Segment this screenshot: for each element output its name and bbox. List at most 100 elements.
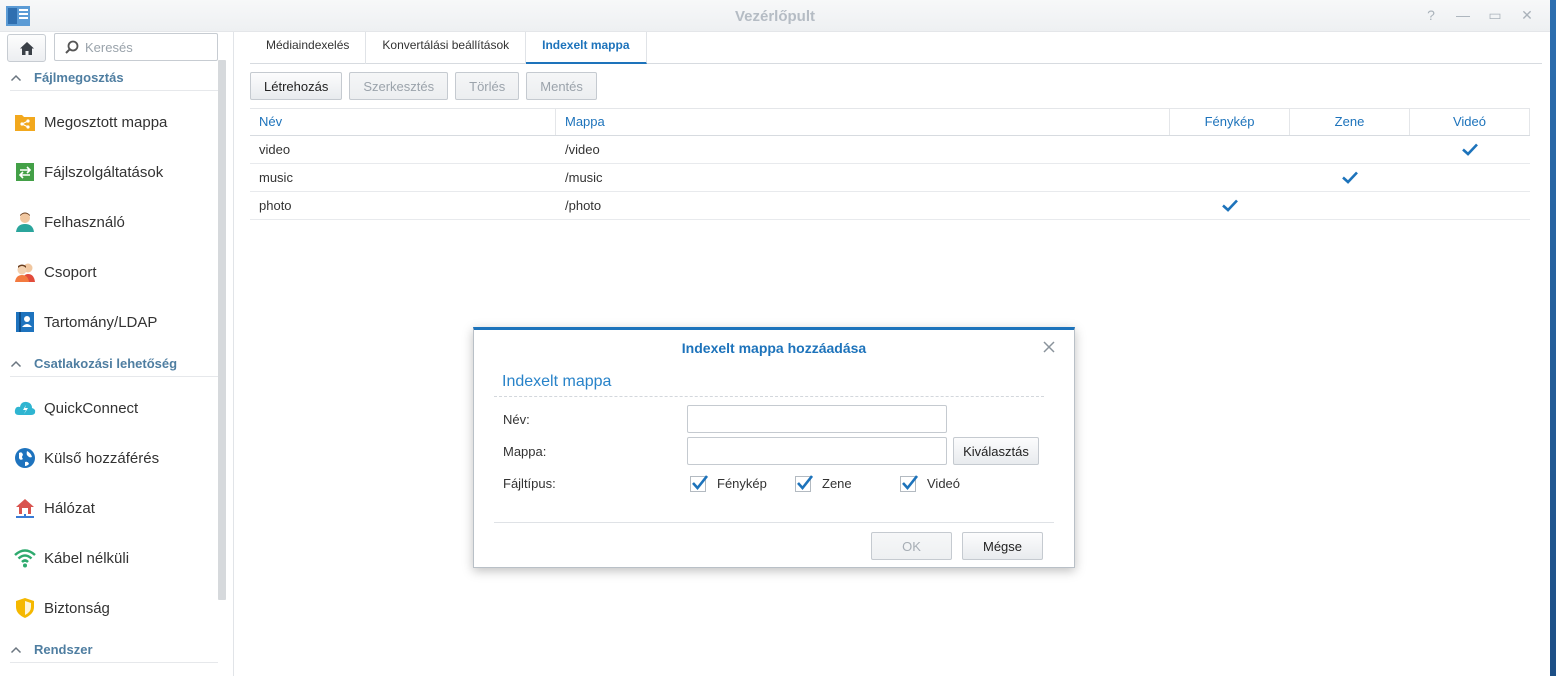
create-button[interactable]: Létrehozás bbox=[250, 72, 343, 100]
title-bar: Vezérlőpult ? — ▭ ✕ bbox=[0, 0, 1550, 32]
name-field[interactable] bbox=[687, 405, 947, 433]
search-input[interactable] bbox=[85, 39, 205, 55]
section-label: Csatlakozási lehetőség bbox=[34, 356, 178, 371]
close-icon[interactable]: ✕ bbox=[1518, 6, 1536, 24]
cell-name: music bbox=[259, 170, 293, 185]
cancel-button[interactable]: Mégse bbox=[962, 532, 1043, 560]
table-row[interactable]: video/video bbox=[250, 136, 1530, 164]
shared-folder-icon bbox=[14, 111, 36, 133]
dialog-title: Indexelt mappa hozzáadása bbox=[681, 340, 867, 356]
checkbox-label: Videó bbox=[927, 475, 961, 491]
sidebar-item-label: Biztonság bbox=[44, 599, 110, 617]
search-box[interactable] bbox=[54, 33, 218, 61]
sidebar-item-label: Megosztott mappa bbox=[44, 113, 168, 131]
sidebar-item-label: Csoport bbox=[44, 263, 97, 281]
domain-ldap-icon bbox=[14, 311, 36, 333]
add-indexed-folder-dialog: Indexelt mappa hozzáadása Indexelt mappa… bbox=[473, 327, 1075, 568]
desktop-edge bbox=[1550, 0, 1556, 676]
ok-button[interactable]: OK bbox=[871, 532, 952, 560]
tab-media-indexing[interactable]: Médiaindexelés bbox=[250, 32, 367, 64]
table-row[interactable]: photo/photo bbox=[250, 192, 1530, 220]
search-icon bbox=[65, 40, 79, 54]
sidebar-item-label: Hálózat bbox=[44, 499, 95, 517]
video-checkbox[interactable]: Videó bbox=[900, 474, 960, 492]
checkbox-label: Fénykép bbox=[717, 475, 767, 491]
chevron-up-icon bbox=[10, 74, 22, 81]
sidebar-item-label: Fájlszolgáltatások bbox=[44, 163, 164, 181]
minimize-icon[interactable]: — bbox=[1454, 6, 1472, 24]
group-icon bbox=[14, 261, 36, 283]
table-header: Név Mappa Fénykép Zene Videó bbox=[250, 108, 1530, 136]
dialog-section-title: Indexelt mappa bbox=[502, 373, 612, 390]
wireless-icon bbox=[14, 547, 36, 569]
section-system[interactable]: Rendszer bbox=[10, 637, 218, 663]
cell-name: photo bbox=[259, 198, 292, 213]
sidebar-item-user[interactable]: Felhasználó bbox=[14, 202, 218, 242]
sidebar-item-network[interactable]: Hálózat bbox=[14, 488, 218, 528]
sidebar-item-shared-folder[interactable]: Megosztott mappa bbox=[14, 102, 218, 142]
file-services-icon bbox=[14, 161, 36, 183]
user-icon bbox=[14, 211, 36, 233]
cell-photo bbox=[1170, 136, 1290, 163]
cell-folder: /music bbox=[565, 170, 603, 185]
column-header-name[interactable]: Név bbox=[250, 109, 556, 135]
checkbox-label: Zene bbox=[822, 475, 852, 491]
column-header-video[interactable]: Videó bbox=[1410, 109, 1530, 135]
section-connectivity[interactable]: Csatlakozási lehetőség bbox=[10, 351, 218, 377]
dialog-footer-divider bbox=[494, 522, 1054, 523]
sidebar-item-external-access[interactable]: Külső hozzáférés bbox=[14, 438, 218, 478]
window-title: Vezérlőpult bbox=[734, 8, 816, 25]
delete-button[interactable]: Törlés bbox=[455, 72, 520, 100]
column-header-music[interactable]: Zene bbox=[1290, 109, 1410, 135]
folder-field[interactable] bbox=[687, 437, 947, 465]
section-file-sharing[interactable]: Fájlmegosztás bbox=[10, 65, 218, 91]
home-icon bbox=[19, 41, 34, 55]
checkbox-checked-icon bbox=[900, 475, 918, 492]
checkbox-checked-icon bbox=[795, 475, 813, 492]
edit-button[interactable]: Szerkesztés bbox=[349, 72, 449, 100]
sidebar-item-group[interactable]: Csoport bbox=[14, 252, 218, 292]
music-checkbox[interactable]: Zene bbox=[795, 474, 852, 492]
column-header-photo[interactable]: Fénykép bbox=[1170, 109, 1290, 135]
sidebar-item-label: QuickConnect bbox=[44, 399, 139, 417]
photo-checkbox[interactable]: Fénykép bbox=[690, 474, 767, 492]
external-access-icon bbox=[14, 447, 36, 469]
tab-bar: Médiaindexelés Konvertálási beállítások … bbox=[250, 32, 1542, 64]
close-icon[interactable] bbox=[1042, 340, 1056, 354]
sidebar-item-wireless[interactable]: Kábel nélküli bbox=[14, 538, 218, 578]
sidebar-item-label: Külső hozzáférés bbox=[44, 449, 160, 467]
help-icon[interactable]: ? bbox=[1422, 6, 1440, 24]
cell-folder: /video bbox=[565, 142, 600, 157]
sidebar-item-label: Felhasználó bbox=[44, 213, 125, 231]
maximize-icon[interactable]: ▭ bbox=[1486, 6, 1504, 24]
indexed-folder-table: Név Mappa Fénykép Zene Videó video/video… bbox=[250, 108, 1530, 220]
chevron-up-icon bbox=[10, 646, 22, 653]
checkbox-checked-icon bbox=[690, 475, 708, 492]
sidebar-item-label: Kábel nélküli bbox=[44, 549, 130, 567]
select-folder-button[interactable]: Kiválasztás bbox=[953, 437, 1039, 465]
cell-music bbox=[1290, 164, 1410, 191]
tab-conversion-settings[interactable]: Konvertálási beállítások bbox=[366, 32, 527, 64]
chevron-up-icon bbox=[10, 360, 22, 367]
cell-video bbox=[1410, 164, 1530, 191]
cell-name: video bbox=[259, 142, 291, 157]
checkmark-icon bbox=[1222, 199, 1238, 212]
cell-video bbox=[1410, 136, 1530, 163]
sidebar-item-quickconnect[interactable]: QuickConnect bbox=[14, 388, 218, 428]
sidebar: Fájlmegosztás Megosztott mappa Fájlszolg… bbox=[0, 32, 234, 676]
sidebar-item-file-services[interactable]: Fájlszolgáltatások bbox=[14, 152, 218, 192]
quickconnect-icon bbox=[14, 397, 36, 419]
home-button[interactable] bbox=[7, 34, 46, 62]
table-row[interactable]: music/music bbox=[250, 164, 1530, 192]
tab-indexed-folder[interactable]: Indexelt mappa bbox=[526, 32, 647, 64]
sidebar-item-security[interactable]: Biztonság bbox=[14, 588, 218, 628]
name-label: Név: bbox=[503, 412, 530, 427]
save-button[interactable]: Mentés bbox=[526, 72, 597, 100]
cell-music bbox=[1290, 192, 1410, 219]
sidebar-item-domain-ldap[interactable]: Tartomány/LDAP bbox=[14, 302, 218, 342]
column-header-folder[interactable]: Mappa bbox=[556, 109, 1170, 135]
toolbar: Létrehozás Szerkesztés Törlés Mentés bbox=[250, 72, 597, 100]
section-label: Fájlmegosztás bbox=[34, 70, 124, 85]
checkmark-icon bbox=[1462, 143, 1478, 156]
sidebar-scrollbar[interactable] bbox=[218, 60, 226, 600]
